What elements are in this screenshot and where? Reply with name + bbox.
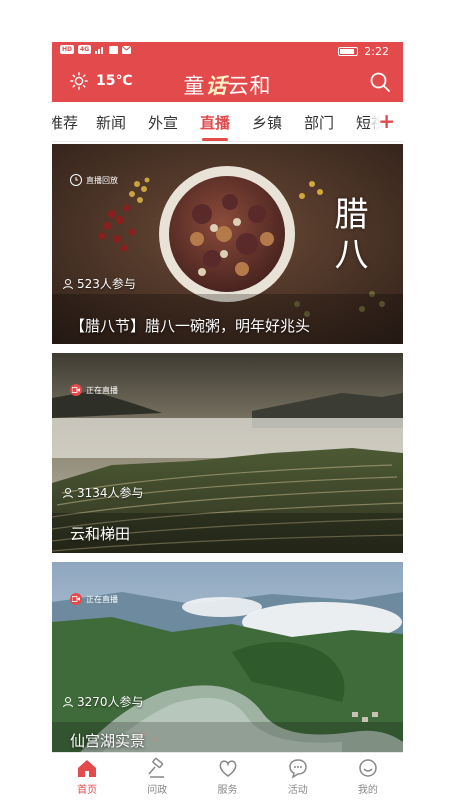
user-icon	[63, 696, 73, 707]
user-icon	[63, 278, 73, 289]
live-icon	[70, 593, 82, 605]
nav-inquiry[interactable]: 问政	[122, 753, 192, 800]
nav-home[interactable]: 首页	[52, 753, 122, 800]
nav-label: 首页	[77, 785, 98, 796]
live-icon	[70, 384, 82, 396]
hd-indicator: HD	[60, 45, 75, 54]
lake-image	[52, 562, 403, 752]
category-tabs: 推荐 新闻 外宣 直播 乡镇 部门 短视 +	[52, 102, 403, 142]
status-time: 2:22	[364, 45, 389, 58]
live-badge: 正在直播	[70, 593, 118, 605]
participant-text: 3270人参与	[77, 695, 144, 709]
logo-accent: 话	[205, 73, 228, 98]
card-title: 云和梯田	[70, 525, 131, 543]
app-header: HD 4G 2:22 15℃ 童话云和	[52, 42, 403, 102]
replay-badge: 直播回放	[70, 174, 118, 186]
app-screen: HD 4G 2:22 15℃ 童话云和 推荐 新闻 外宣 直播	[52, 42, 403, 800]
participant-count: 3270人参与	[62, 693, 144, 710]
app-logo: 童话云和	[52, 70, 403, 100]
smile-icon	[359, 759, 377, 777]
tab-towns[interactable]: 乡镇	[252, 112, 282, 133]
live-card-xiangong-lake[interactable]: 正在直播 3270人参与 仙宫湖实景	[52, 562, 403, 752]
user-icon	[63, 487, 73, 498]
bottom-navigation: 首页 问政 服务 活动 我的	[52, 752, 403, 800]
card-title: 仙宫湖实景	[70, 732, 146, 750]
battery-icon	[338, 47, 359, 56]
nav-label: 服务	[217, 785, 238, 796]
home-icon	[78, 760, 97, 777]
live-badge: 正在直播	[70, 384, 118, 396]
tab-live[interactable]: 直播	[200, 112, 230, 141]
nav-label: 我的	[357, 785, 378, 796]
chat-icon	[288, 759, 307, 779]
laba-overlay-text: 腊八	[328, 196, 368, 276]
nav-label: 活动	[287, 785, 308, 796]
tab-departments[interactable]: 部门	[304, 112, 334, 133]
tab-recommend[interactable]: 推荐	[52, 112, 78, 133]
live-card-laba[interactable]: 直播回放 腊八 523人参与 【腊八节】腊八一碗粥，明年好兆头	[52, 144, 403, 344]
badge-label: 正在直播	[86, 594, 118, 604]
status-indicators: HD 4G	[60, 45, 132, 54]
mail-icon	[122, 45, 132, 54]
status-bar: HD 4G 2:22	[52, 42, 403, 60]
badge-label: 正在直播	[86, 385, 118, 395]
add-tab-button[interactable]: +	[370, 109, 395, 133]
nav-profile[interactable]: 我的	[333, 753, 403, 800]
signal-icon	[95, 46, 104, 54]
live-card-terraces[interactable]: 正在直播 3134人参与 云和梯田	[52, 353, 403, 553]
gavel-icon	[148, 757, 165, 778]
status-right: 2:22	[338, 45, 389, 58]
clock-icon	[70, 174, 82, 186]
participant-count: 523人参与	[62, 275, 136, 292]
tab-news[interactable]: 新闻	[96, 112, 126, 133]
search-icon[interactable]	[369, 71, 391, 93]
participant-text: 523人参与	[77, 277, 136, 291]
nav-label: 问政	[147, 785, 168, 796]
nav-services[interactable]: 服务	[192, 753, 262, 800]
participant-text: 3134人参与	[77, 486, 144, 500]
card-title: 【腊八节】腊八一碗粥，明年好兆头	[70, 317, 311, 335]
tab-publicity[interactable]: 外宣	[148, 112, 178, 133]
participant-count: 3134人参与	[62, 484, 144, 501]
message-icon	[109, 45, 119, 54]
nav-activities[interactable]: 活动	[263, 753, 333, 800]
logo-prefix: 童	[183, 74, 206, 98]
logo-suffix: 云和	[227, 74, 272, 98]
badge-label: 直播回放	[86, 175, 118, 185]
network-indicator: 4G	[78, 45, 92, 54]
heart-icon	[219, 760, 236, 777]
